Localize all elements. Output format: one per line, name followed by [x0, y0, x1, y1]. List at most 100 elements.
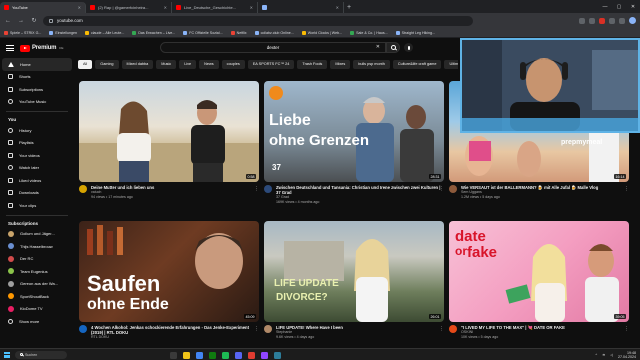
- more-options-icon[interactable]: ⋮: [254, 186, 259, 192]
- bookmark-item[interactable]: collabz.club Online...: [254, 30, 294, 35]
- chip[interactable]: Live: [179, 60, 197, 69]
- forward-icon[interactable]: →: [17, 17, 25, 25]
- browser-tab-youtube[interactable]: YouTube ✕: [0, 2, 86, 13]
- sidebar-item-downloads[interactable]: Downloads: [0, 187, 74, 200]
- extension-icon[interactable]: [619, 17, 625, 24]
- chip[interactable]: Gaming: [95, 60, 119, 69]
- sidebar-item-playlists[interactable]: Playlists: [0, 137, 74, 150]
- channel-avatar[interactable]: [264, 325, 272, 333]
- video-card[interactable]: Saufen ohne Ende 45:09 4 Wochen Alkohol:…: [79, 221, 259, 340]
- close-window-icon[interactable]: ✕: [626, 0, 640, 13]
- xbox-icon[interactable]: [209, 351, 216, 359]
- extension-icon[interactable]: [609, 17, 615, 24]
- minimize-icon[interactable]: —: [598, 0, 612, 13]
- chip[interactable]: EA SPORTS FC™ 24: [247, 60, 295, 69]
- more-options-icon[interactable]: ⋮: [439, 186, 444, 192]
- maximize-icon[interactable]: ▢: [612, 0, 626, 13]
- close-tab-icon[interactable]: ✕: [164, 5, 167, 10]
- profile-avatar[interactable]: [629, 17, 636, 24]
- chevron-up-icon[interactable]: ^: [596, 353, 598, 357]
- channel-avatar[interactable]: [79, 185, 87, 193]
- video-card[interactable]: 0:58 Deine Mutter und ich lieben uns vai…: [79, 81, 259, 199]
- more-options-icon[interactable]: ⋮: [624, 186, 629, 192]
- sidebar-subscription[interactable]: Der RC: [0, 253, 74, 266]
- sidebar-subscription[interactable]: Thijs Hasselbrouw: [0, 240, 74, 253]
- chip[interactable]: couples: [221, 60, 245, 69]
- chip[interactable]: Mixes: [330, 60, 351, 69]
- chip[interactable]: Music: [156, 60, 177, 69]
- more-options-icon[interactable]: ⋮: [254, 326, 259, 332]
- chip[interactable]: bulls psp month: [353, 60, 390, 69]
- video-thumbnail[interactable]: LIFE UPDATE DIVORCE? 26:01: [264, 221, 444, 322]
- file-explorer-icon[interactable]: [183, 351, 190, 359]
- back-icon[interactable]: ←: [4, 17, 12, 25]
- sidebar-item-history[interactable]: History: [0, 124, 74, 137]
- sidebar-item-shorts[interactable]: Shorts: [0, 71, 74, 84]
- more-options-icon[interactable]: ⋮: [624, 326, 629, 332]
- bookmark-item[interactable]: Netflix: [230, 30, 247, 35]
- app-icon[interactable]: [274, 351, 281, 359]
- browser-tab-2[interactable]: (2) Rap | @gamerfcinheira... ✕: [86, 2, 172, 13]
- search-button[interactable]: [386, 42, 400, 53]
- channel-avatar[interactable]: [449, 185, 457, 193]
- chip[interactable]: Trash Fools: [297, 60, 328, 69]
- more-options-icon[interactable]: ⋮: [439, 326, 444, 332]
- task-view-icon[interactable]: [170, 351, 177, 359]
- sidebar-subscription[interactable]: SportShoutBack: [0, 290, 74, 303]
- spotify-icon[interactable]: [222, 351, 229, 359]
- site-info-icon[interactable]: [49, 18, 53, 23]
- video-thumbnail[interactable]: date or fake 39:05: [449, 221, 629, 322]
- app-icon[interactable]: [248, 351, 255, 359]
- wifi-icon[interactable]: ≋: [602, 353, 605, 357]
- close-tab-icon[interactable]: ✕: [336, 5, 339, 10]
- bookmark-item[interactable]: World Clocks | Web...: [301, 30, 342, 35]
- bookmark-item[interactable]: Einstellungen: [49, 30, 77, 35]
- sidebar-item-watch-later[interactable]: Watch later: [0, 162, 74, 175]
- url-input[interactable]: youtube.com: [43, 15, 473, 26]
- discord-icon[interactable]: [235, 351, 242, 359]
- sidebar-item-liked[interactable]: Liked videos: [0, 174, 74, 187]
- windows-start-icon[interactable]: [4, 351, 10, 358]
- bookmark-item[interactable]: claude – Alle Leute...: [84, 30, 124, 35]
- bookmark-item[interactable]: Sale & Co. | Haus...: [350, 30, 388, 35]
- twitch-icon[interactable]: [261, 351, 268, 359]
- browser-tab-4[interactable]: ✕: [258, 2, 344, 13]
- volume-icon[interactable]: ◁: [610, 353, 613, 357]
- clear-search-icon[interactable]: ✕: [376, 44, 380, 50]
- extension-icon[interactable]: [579, 17, 585, 24]
- video-thumbnail[interactable]: Liebe ohne Grenzen 37 28:31: [264, 81, 444, 182]
- chrome-icon[interactable]: [196, 351, 203, 359]
- chip[interactable]: Mixed dabba: [121, 60, 154, 69]
- bookmark-item[interactable]: Spiele – STRIX G...: [4, 30, 41, 35]
- search-input[interactable]: dexter ✕: [160, 42, 386, 53]
- channel-avatar[interactable]: [79, 325, 87, 333]
- video-thumbnail[interactable]: 0:58: [79, 81, 259, 182]
- sidebar-subscription[interactable]: Gereon aus der Wa...: [0, 278, 74, 291]
- chip[interactable]: News: [199, 60, 219, 69]
- video-title[interactable]: "I LIVED MY LIFE TO THE MAX" | 💘 DATE OR…: [461, 325, 565, 330]
- video-card[interactable]: date or fake 39:05 "I LIVED MY LIFE TO T…: [449, 221, 629, 339]
- channel-name[interactable]: RTL DOKU: [91, 335, 259, 340]
- taskbar-clock[interactable]: 19:48 27.04.2024: [618, 351, 636, 359]
- chip[interactable]: Ultimate Miami: [444, 60, 458, 69]
- voice-search-button[interactable]: [404, 43, 413, 52]
- sidebar-item-home[interactable]: Home: [2, 58, 72, 71]
- sidebar-item-music[interactable]: YouTube Music: [0, 96, 74, 109]
- sidebar-subscription[interactable]: KioDome TV: [0, 303, 74, 316]
- bookmark-item[interactable]: Straight Leg Hiking...: [395, 30, 435, 35]
- chip-all[interactable]: All: [78, 60, 93, 69]
- extension-icon[interactable]: [599, 17, 605, 24]
- extension-icon[interactable]: [589, 17, 595, 24]
- chip[interactable]: Culture&life craft game: [392, 60, 442, 69]
- sidebar-subscription[interactable]: Team Eugenius: [0, 265, 74, 278]
- youtube-premium-logo[interactable]: Premium DE: [20, 44, 63, 52]
- bookmark-item[interactable]: FC Offizielle Sozial...: [183, 30, 223, 35]
- sidebar-show-more[interactable]: Show more: [0, 315, 74, 328]
- browser-tab-3[interactable]: Live_Deutsche_Geschichte... ✕: [172, 2, 258, 13]
- video-thumbnail[interactable]: Saufen ohne Ende 45:09: [79, 221, 259, 322]
- video-card[interactable]: LIFE UPDATE DIVORCE? 26:01 LIFE UPDATE! …: [264, 221, 444, 339]
- sidebar-subscription[interactable]: Gollum und Jäger...: [0, 228, 74, 241]
- new-tab-icon[interactable]: +: [344, 2, 354, 13]
- sidebar-item-subscriptions[interactable]: Subscriptions: [0, 83, 74, 96]
- video-title[interactable]: Zwischen Deutschland und Tansania: Chris…: [276, 185, 444, 195]
